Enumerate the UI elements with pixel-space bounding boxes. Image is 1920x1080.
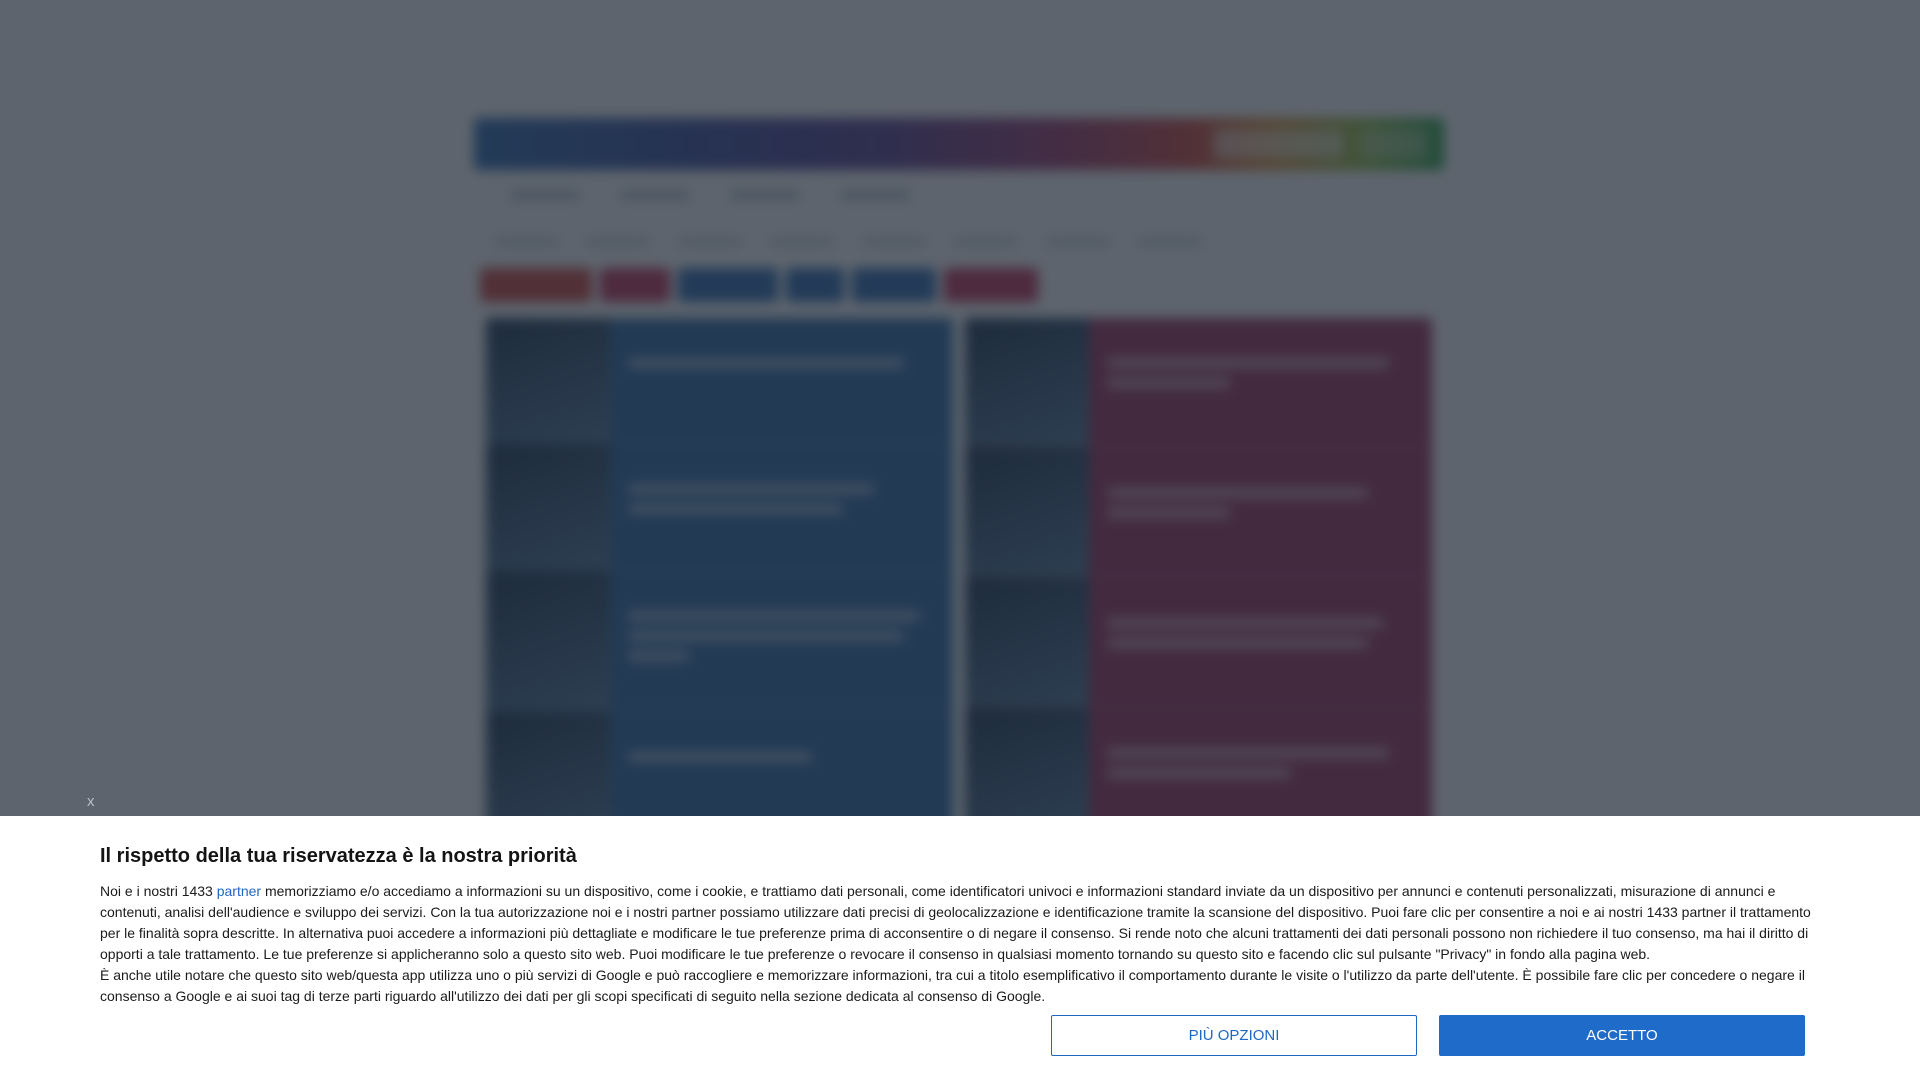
accept-button[interactable]: ACCETTO <box>1439 1015 1805 1056</box>
more-options-button[interactable]: PIÙ OPZIONI <box>1051 1015 1417 1056</box>
consent-paragraph-1-end: memorizziamo e/o accediamo a informazion… <box>100 883 1811 962</box>
consent-actions: PIÙ OPZIONI ACCETTO <box>1051 1015 1805 1056</box>
close-consent-button[interactable]: x <box>87 793 95 810</box>
partner-link[interactable]: partner <box>217 883 261 899</box>
consent-title: Il rispetto della tua riservatezza è la … <box>100 845 577 867</box>
consent-paragraph-1-start: Noi e i nostri 1433 <box>100 883 217 899</box>
cookie-consent-banner: Il rispetto della tua riservatezza è la … <box>0 816 1920 1080</box>
consent-paragraph-2: È anche utile notare che questo sito web… <box>100 967 1805 1004</box>
consent-paragraph-1: Noi e i nostri 1433 partner memorizziamo… <box>100 881 1820 965</box>
consent-text: Noi e i nostri 1433 partner memorizziamo… <box>100 881 1820 1007</box>
